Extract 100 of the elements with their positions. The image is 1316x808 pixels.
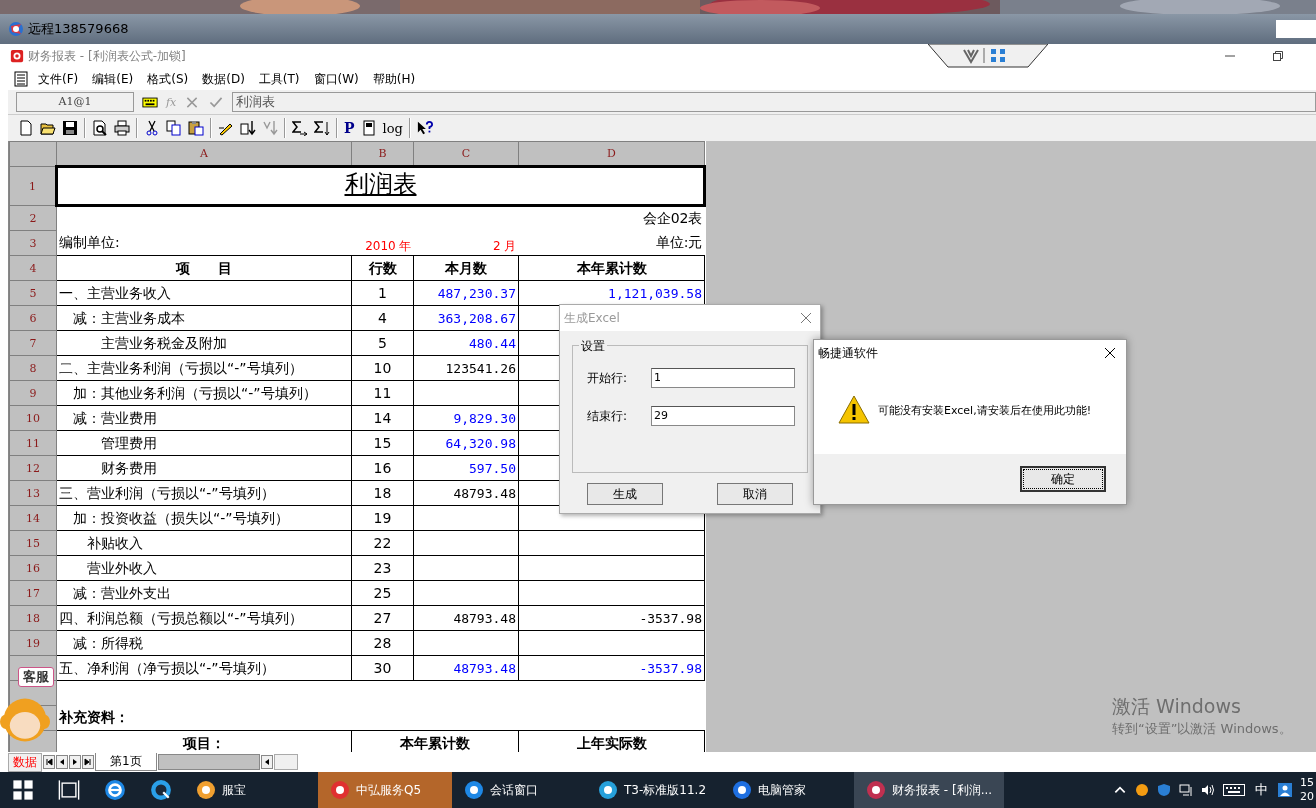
app-label: 服宝 — [222, 781, 246, 799]
input-field[interactable]: 29 — [651, 406, 795, 426]
table-cell: 财务费用 — [56, 455, 352, 481]
help-pointer-icon[interactable] — [416, 120, 433, 136]
row-header[interactable]: 8 — [9, 355, 57, 381]
checkmark-icon[interactable] — [208, 95, 225, 109]
dialog-button[interactable]: 取消 — [717, 483, 793, 505]
row-header[interactable]: 12 — [9, 455, 57, 481]
app-label: 中弘服务Q5 — [356, 781, 422, 799]
row-header[interactable]: 7 — [9, 330, 57, 356]
card-icon[interactable] — [360, 120, 377, 136]
menu-item[interactable]: 编辑(E) — [92, 70, 134, 88]
print-icon[interactable] — [114, 120, 130, 136]
row-header[interactable]: 9 — [9, 380, 57, 406]
remote-toolbar-tab[interactable] — [928, 44, 1048, 68]
row-header[interactable]: 10 — [9, 405, 57, 431]
menu-item[interactable]: 格式(S) — [147, 70, 189, 88]
keyboard-icon[interactable] — [142, 95, 158, 109]
volume-icon[interactable] — [1201, 783, 1215, 797]
last-page-icon[interactable] — [82, 755, 94, 769]
cell-reference-field[interactable]: A1@1 — [16, 92, 134, 112]
clock-date: 20 — [1300, 790, 1315, 804]
sum-down-icon[interactable] — [314, 120, 330, 136]
taskbar-app-button[interactable]: 财务报表 - [利润... — [854, 772, 1005, 808]
row-header[interactable]: 14 — [9, 505, 57, 531]
formula-field[interactable]: 利润表 — [232, 92, 1316, 112]
column-header[interactable]: C — [413, 141, 519, 167]
column-header[interactable]: A — [56, 141, 352, 167]
menu-item[interactable]: 文件(F) — [38, 70, 79, 88]
browser-q-icon[interactable] — [150, 779, 172, 801]
menu-item[interactable]: 帮助(H) — [372, 70, 416, 88]
ok-button[interactable]: 确定 — [1020, 466, 1106, 492]
keyboard-icon[interactable] — [1223, 783, 1245, 797]
windows-start-icon[interactable] — [12, 779, 34, 801]
clock-time: 15 — [1300, 776, 1315, 790]
table-cell: 二、主营业务利润（亏损以“-”号填列） — [56, 355, 352, 381]
table-cell: 管理费用 — [56, 430, 352, 456]
scroll-thumb[interactable] — [273, 754, 298, 770]
page-button[interactable]: P — [344, 120, 355, 136]
table-cell: 加：其他业务利润（亏损以“-”号填列） — [56, 380, 352, 406]
field-label: 结束行: — [587, 407, 629, 425]
row-header[interactable]: 19 — [9, 630, 57, 656]
menu-item[interactable]: 窗口(W) — [313, 70, 359, 88]
close-icon[interactable] — [1104, 347, 1116, 359]
table-cell: 11 — [351, 380, 414, 406]
save-icon[interactable] — [62, 120, 78, 136]
row-header[interactable]: 15 — [9, 530, 57, 556]
taskbar-app-button[interactable]: 会话窗口 — [452, 772, 586, 808]
sheet-tab[interactable]: 第1页 — [95, 753, 157, 771]
task-view-icon[interactable] — [58, 779, 80, 801]
restore-icon[interactable] — [1272, 50, 1284, 62]
taskbar-app-button[interactable]: 中弘服务Q5 — [318, 772, 452, 808]
dialog-button[interactable]: 生成 — [587, 483, 663, 505]
row-header[interactable]: 16 — [9, 555, 57, 581]
menu-item[interactable]: 数据(D) — [202, 70, 245, 88]
scroll-left-icon[interactable] — [260, 755, 273, 769]
row-header[interactable]: 6 — [9, 305, 57, 331]
row-header[interactable]: 17 — [9, 580, 57, 606]
column-header[interactable]: D — [518, 141, 705, 167]
table-cell: 2010 年 — [351, 230, 414, 256]
input-method-indicator[interactable]: 中 — [1255, 781, 1268, 799]
log-button[interactable]: log — [382, 120, 403, 136]
new-file-icon[interactable] — [18, 120, 34, 136]
input-field[interactable]: 1 — [651, 368, 795, 388]
group-label: 设置 — [579, 338, 607, 355]
browser-e-icon[interactable] — [104, 779, 126, 801]
row-header[interactable]: 11 — [9, 430, 57, 456]
first-page-icon[interactable] — [43, 755, 55, 769]
open-folder-icon[interactable] — [40, 120, 56, 136]
table-cell: 487,230.37 — [413, 280, 519, 306]
function-button[interactable]: fx — [166, 95, 177, 109]
taskbar-app-button[interactable]: 电脑管家 — [720, 772, 854, 808]
row-header[interactable]: 1 — [9, 166, 57, 206]
row-header[interactable]: 3 — [9, 230, 57, 256]
row-header[interactable]: 5 — [9, 280, 57, 306]
report-title: 利润表 — [344, 170, 417, 198]
row-header[interactable]: 18 — [9, 605, 57, 631]
cut-icon[interactable] — [144, 120, 160, 136]
table-cell: 减：所得税 — [56, 630, 352, 656]
previous-page-icon[interactable] — [56, 755, 68, 769]
print-preview-icon[interactable] — [92, 120, 108, 136]
row-header[interactable]: 2 — [9, 205, 57, 231]
table-cell: 18 — [351, 480, 414, 506]
network-icon[interactable] — [1179, 783, 1193, 797]
copy-icon[interactable] — [166, 120, 182, 136]
paste-icon[interactable] — [188, 120, 204, 136]
table-cell: 一、主营业务收入 — [56, 280, 352, 306]
support-badge[interactable]: 客服 — [18, 667, 54, 687]
next-page-icon[interactable] — [69, 755, 81, 769]
tray-app-icon[interactable] — [1135, 783, 1149, 797]
table-cell: 363,208.67 — [413, 305, 519, 331]
person-icon[interactable] — [1278, 783, 1292, 797]
row-header[interactable]: 13 — [9, 480, 57, 506]
sort-down-icon[interactable] — [240, 120, 256, 136]
menu-item[interactable]: 工具(T) — [258, 70, 300, 88]
sum-right-icon[interactable] — [292, 120, 308, 136]
taskbar-app-button[interactable]: T3-标准版11.2 — [586, 772, 720, 808]
table-cell: 2 月 — [413, 230, 519, 256]
taskbar-app-button[interactable]: 服宝 — [184, 772, 318, 808]
row-header[interactable]: 4 — [9, 255, 57, 281]
